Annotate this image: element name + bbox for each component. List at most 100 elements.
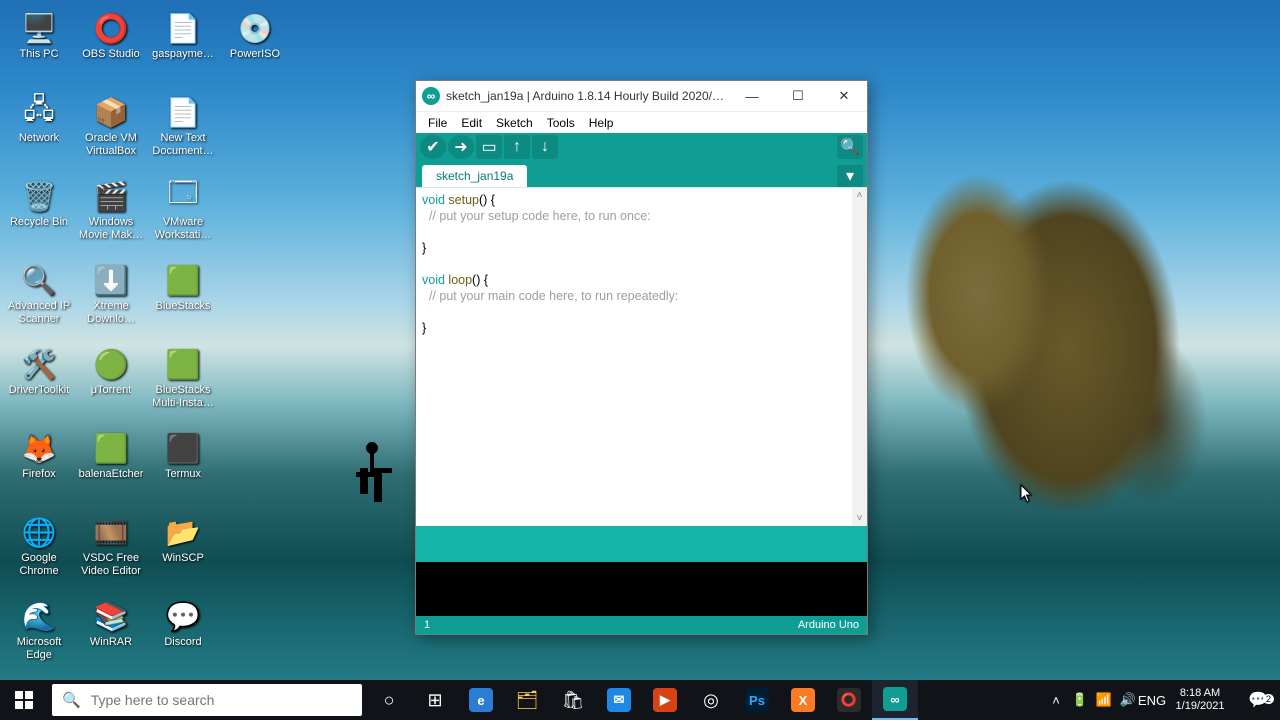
network-icon: 🖧 (19, 92, 59, 132)
notification-badge: 2 (1263, 694, 1274, 704)
taskbar-chrome[interactable]: ◎ (688, 680, 734, 720)
search-input[interactable] (91, 692, 341, 708)
desktop-icon-aipscan[interactable]: 🔍Advanced IP Scanner (4, 256, 74, 338)
minimize-button[interactable]: ― (729, 81, 775, 111)
tray-icon-3[interactable]: 🔊 (1116, 680, 1140, 720)
output-console[interactable] (416, 562, 867, 616)
taskbar-taskview[interactable]: ⊞ (412, 680, 458, 720)
chrome-icon: 🌐 (19, 512, 59, 552)
bsm-icon: 🟩 (163, 344, 203, 384)
menu-help[interactable]: Help (583, 114, 620, 132)
desktop[interactable]: 🖥️This PC⭕OBS Studio📄gaspayme…💿PowerISO 🖧… (0, 0, 1280, 720)
status-line-number: 1 (424, 619, 430, 631)
vsdc-icon: 🎞️ (91, 512, 131, 552)
desktop-icons-grid: 🖥️This PC⭕OBS Studio📄gaspayme…💿PowerISO 🖧… (4, 4, 290, 674)
desktop-icon-obs[interactable]: ⭕OBS Studio (76, 4, 146, 86)
action-center-button[interactable]: 💬 2 (1236, 690, 1280, 710)
gaspay-icon: 📄 (163, 8, 203, 48)
taskbar-ps[interactable]: Ps (734, 680, 780, 720)
open-button[interactable]: ↑ (504, 135, 530, 159)
status-bar: 1 Arduino Uno (416, 616, 867, 634)
termux-icon: ⬛ (163, 428, 203, 468)
edge-icon: 🌊 (19, 596, 59, 636)
desktop-icon-balena[interactable]: 🟩balenaEtcher (76, 424, 146, 506)
newtext-icon: 📄 (163, 92, 203, 132)
desktop-icon-label: Oracle VM VirtualBox (77, 132, 145, 158)
desktop-icon-newtext[interactable]: 📄New Text Document… (148, 88, 218, 170)
desktop-icon-winrar[interactable]: 📚WinRAR (76, 592, 146, 674)
close-button[interactable]: ✕ (821, 81, 867, 111)
vmware-icon: 🗔 (163, 176, 203, 216)
menu-bar: File Edit Sketch Tools Help (416, 111, 867, 133)
desktop-icon-winscp[interactable]: 📂WinSCP (148, 508, 218, 590)
menu-tools[interactable]: Tools (541, 114, 581, 132)
desktop-icon-drivertk[interactable]: 🛠️DriverToolkit (4, 340, 74, 422)
code-editor[interactable]: void setup() { // put your setup code he… (416, 187, 867, 526)
taskbar-cortana[interactable]: ○ (366, 680, 412, 720)
desktop-icon-xtreme[interactable]: ⬇️Xtreme Downlo… (76, 256, 146, 338)
desktop-icon-recycle[interactable]: 🗑️Recycle Bin (4, 172, 74, 254)
arduino-window[interactable]: ∞ sketch_jan19a | Arduino 1.8.14 Hourly … (415, 80, 868, 635)
desktop-icon-poweriso[interactable]: 💿PowerISO (220, 4, 290, 86)
scroll-down-icon[interactable]: ˅ (852, 511, 867, 526)
taskbar-mail[interactable]: ✉ (596, 680, 642, 720)
desktop-icon-utorrent[interactable]: 🟢μTorrent (76, 340, 146, 422)
bluestacks-icon: 🟩 (163, 260, 203, 300)
desktop-icon-vmware[interactable]: 🗔VMware Workstati… (148, 172, 218, 254)
desktop-icon-vsdc[interactable]: 🎞️VSDC Free Video Editor (76, 508, 146, 590)
obs-icon: ⭕ (91, 8, 131, 48)
taskbar-obs[interactable]: ⭕ (826, 680, 872, 720)
desktop-icon-bluestacks[interactable]: 🟩BlueStacks (148, 256, 218, 338)
desktop-icon-termux[interactable]: ⬛Termux (148, 424, 218, 506)
desktop-icon-edge[interactable]: 🌊Microsoft Edge (4, 592, 74, 674)
upload-button[interactable]: ➜ (448, 135, 474, 159)
desktop-icon-chrome[interactable]: 🌐Google Chrome (4, 508, 74, 590)
explorer-icon: 🗂 (516, 690, 539, 711)
tray-icon-4[interactable]: ENG (1140, 680, 1164, 720)
taskbar-explorer[interactable]: 🗂 (504, 680, 550, 720)
serial-monitor-button[interactable]: 🔍 (837, 135, 863, 159)
desktop-icon-label: Termux (165, 468, 201, 481)
pinned-apps: ○⊞ e 🗂 🛍 ✉ ▶ ◎PsX⭕∞ (366, 680, 918, 720)
desktop-icon-gaspay[interactable]: 📄gaspayme… (148, 4, 218, 86)
title-bar[interactable]: ∞ sketch_jan19a | Arduino 1.8.14 Hourly … (416, 81, 867, 111)
save-button[interactable]: ↓ (532, 135, 558, 159)
taskbar-store[interactable]: 🛍 (550, 680, 596, 720)
desktop-icon-firefox[interactable]: 🦊Firefox (4, 424, 74, 506)
clock-date: 1/19/2021 (1168, 700, 1232, 713)
verify-button[interactable]: ✔ (420, 135, 446, 159)
firefox-icon: 🦊 (19, 428, 59, 468)
maximize-button[interactable]: ☐ (775, 81, 821, 111)
desktop-icon-moviemaker[interactable]: 🎬Windows Movie Mak… (76, 172, 146, 254)
tray-icon-0[interactable]: ˄ (1044, 680, 1068, 720)
taskbar-edge[interactable]: e (458, 680, 504, 720)
wallpaper-mountain (870, 150, 1230, 510)
menu-edit[interactable]: Edit (455, 114, 488, 132)
start-button[interactable] (0, 680, 48, 720)
desktop-icon-label: Windows Movie Mak… (77, 216, 145, 242)
taskbar-video[interactable]: ▶ (642, 680, 688, 720)
menu-file[interactable]: File (422, 114, 453, 132)
taskbar-search[interactable]: 🔍 (52, 684, 362, 716)
desktop-icon-this-pc[interactable]: 🖥️This PC (4, 4, 74, 86)
desktop-icon-label: WinSCP (162, 552, 204, 565)
editor-scrollbar[interactable]: ˄ ˅ (852, 188, 867, 526)
tray-icon-2[interactable]: 📶 (1092, 680, 1116, 720)
taskbar-arduino[interactable]: ∞ (872, 680, 918, 720)
new-button[interactable]: ▭ (476, 135, 502, 159)
desktop-icon-network[interactable]: 🖧Network (4, 88, 74, 170)
taskbar-xampp[interactable]: X (780, 680, 826, 720)
tab-menu-button[interactable]: ▾ (837, 165, 863, 187)
tray-icon-1[interactable]: 🔋 (1068, 680, 1092, 720)
desktop-icon-bsm[interactable]: 🟩BlueStacks Multi-Insta… (148, 340, 218, 422)
video-icon: ▶ (653, 688, 677, 712)
desktop-icon-discord[interactable]: 💬Discord (148, 592, 218, 674)
taskbar-clock[interactable]: 8:18 AM 1/19/2021 (1164, 687, 1236, 713)
store-icon: 🛍 (562, 690, 585, 711)
desktop-icon-virtualbox[interactable]: 📦Oracle VM VirtualBox (76, 88, 146, 170)
scroll-up-icon[interactable]: ˄ (852, 188, 867, 203)
sketch-tab[interactable]: sketch_jan19a (422, 165, 527, 187)
edge-icon: e (469, 688, 493, 712)
menu-sketch[interactable]: Sketch (490, 114, 539, 132)
virtualbox-icon: 📦 (91, 92, 131, 132)
